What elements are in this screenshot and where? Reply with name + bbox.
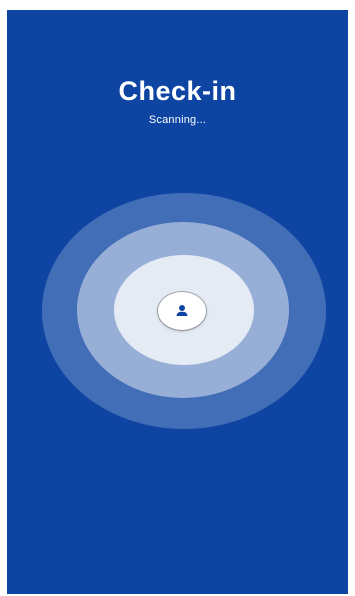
scan-status-text: Scanning... [148, 114, 207, 126]
page-title: Check-in [118, 76, 237, 106]
scan-user-button[interactable] [158, 292, 206, 330]
check-in-screen: Check-in Scanning... [7, 10, 348, 594]
status-bar [7, 0, 348, 10]
app-frame: Check-in Scanning... [0, 0, 355, 596]
person-icon [176, 305, 188, 316]
